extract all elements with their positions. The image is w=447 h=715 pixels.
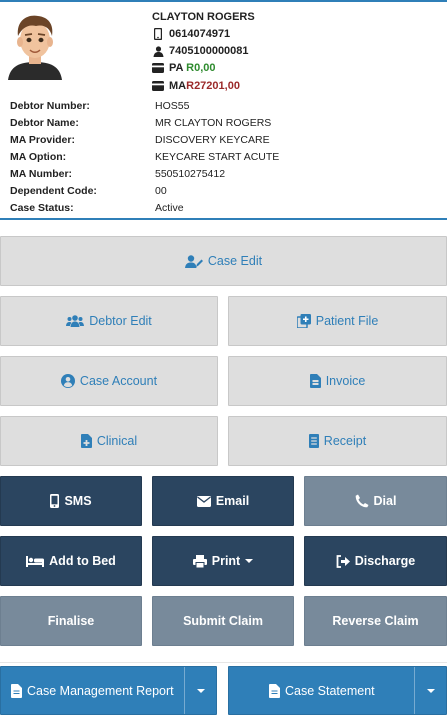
receipt-label: Receipt (323, 434, 367, 448)
bed-icon (26, 555, 45, 567)
detail-value: 00 (155, 184, 167, 197)
pa-label: PA (169, 62, 184, 74)
patient-header: CLAYTON ROGERS 0614074971 7405100000081 … (0, 0, 447, 220)
detail-row: Case Status: Active (10, 199, 440, 216)
phone-icon (355, 494, 369, 508)
discharge-button[interactable]: Discharge (304, 536, 447, 586)
detail-row: Debtor Name: MR CLAYTON ROGERS (10, 114, 440, 131)
detail-label: MA Provider: (10, 133, 75, 146)
detail-value: MR CLAYTON ROGERS (155, 116, 272, 129)
envelope-icon (196, 495, 211, 507)
email-label: Email (215, 494, 250, 508)
pa-currency: R (186, 62, 195, 74)
user-edit-icon (184, 254, 203, 268)
case-account-button[interactable]: Case Account (0, 356, 218, 406)
sms-label: SMS (64, 494, 92, 508)
patient-phone: 0614074971 (169, 28, 231, 40)
credit-card-icon (152, 63, 164, 73)
clinical-button[interactable]: Clinical (0, 416, 218, 466)
print-icon (192, 554, 207, 568)
ma-amount: 27201,00 (194, 80, 240, 92)
patient-name: CLAYTON ROGERS (152, 11, 255, 23)
detail-row: Dependent Code: 00 (10, 182, 440, 199)
detail-label: Dependent Code: (10, 184, 97, 197)
pa-amount: 0,00 (194, 62, 216, 74)
submit-claim-button[interactable]: Submit Claim (152, 596, 294, 646)
detail-label: MA Number: (10, 167, 73, 180)
user-circle-icon (60, 374, 75, 388)
ma-currency: R (186, 80, 195, 92)
detail-value: DISCOVERY KEYCARE (155, 133, 270, 146)
reverse-claim-label: Reverse Claim (332, 614, 419, 628)
invoice-button[interactable]: Invoice (228, 356, 447, 406)
ma-balance-line: MAR27201,00 (152, 80, 240, 92)
submit-claim-label: Submit Claim (183, 614, 263, 628)
case-account-label: Case Account (79, 374, 158, 388)
detail-label: Case Status: (10, 201, 74, 214)
sign-out-icon (336, 554, 350, 568)
case-management-report-button[interactable]: Case Management Report (0, 666, 217, 715)
case-management-report-dropdown-toggle[interactable] (184, 667, 216, 714)
case-edit-button[interactable]: Case Edit (0, 236, 447, 286)
chevron-down-icon (426, 688, 435, 693)
patient-file-label: Patient File (315, 314, 379, 328)
case-statement-button[interactable]: Case Statement (228, 666, 447, 715)
mobile-phone-icon (50, 494, 60, 508)
avatar (6, 12, 64, 80)
pa-balance-line: PA R0,00 (152, 62, 216, 74)
id-line: 7405100000081 (152, 45, 249, 57)
detail-label: MA Option: (10, 150, 67, 163)
credit-card-icon (152, 81, 164, 91)
file-invoice-icon (309, 374, 321, 388)
detail-row: MA Number: 550510275412 (10, 165, 440, 182)
dial-label: Dial (373, 494, 397, 508)
case-statement-label: Case Statement (285, 683, 375, 698)
chevron-down-icon (196, 688, 205, 693)
ma-label: MA (169, 80, 187, 92)
file-medical-icon (80, 434, 92, 448)
debtor-edit-label: Debtor Edit (89, 314, 152, 328)
detail-value: KEYCARE START ACUTE (155, 150, 280, 163)
invoice-label: Invoice (325, 374, 366, 388)
divider (0, 662, 447, 663)
detail-row: MA Option: KEYCARE START ACUTE (10, 148, 440, 165)
users-icon (66, 315, 85, 327)
phone-line: 0614074971 (152, 28, 230, 40)
detail-value: Active (155, 201, 184, 214)
debtor-details: Debtor Number: HOS55 Debtor Name: MR CLAYT… (10, 97, 440, 216)
add-to-bed-button[interactable]: Add to Bed (0, 536, 142, 586)
discharge-label: Discharge (354, 554, 416, 568)
finalise-button[interactable]: Finalise (0, 596, 142, 646)
email-button[interactable]: Email (152, 476, 294, 526)
detail-label: Debtor Number: (10, 99, 90, 112)
case-edit-label: Case Edit (207, 254, 263, 268)
receipt-icon (308, 434, 319, 448)
clinical-label: Clinical (96, 434, 138, 448)
chevron-down-icon (245, 559, 254, 563)
file-icon (269, 683, 280, 698)
receipt-button[interactable]: Receipt (228, 416, 447, 466)
detail-row: MA Provider: DISCOVERY KEYCARE (10, 131, 440, 148)
user-icon (152, 45, 164, 57)
case-statement-dropdown-toggle[interactable] (414, 667, 446, 714)
dial-button[interactable]: Dial (304, 476, 447, 526)
case-management-report-label: Case Management Report (27, 683, 174, 698)
mobile-phone-icon (152, 28, 164, 40)
patient-file-button[interactable]: Patient File (228, 296, 447, 346)
sms-button[interactable]: SMS (0, 476, 142, 526)
detail-value: HOS55 (155, 99, 190, 112)
add-to-bed-label: Add to Bed (49, 554, 116, 568)
print-label: Print (211, 554, 241, 568)
file-icon (11, 683, 22, 698)
reverse-claim-button[interactable]: Reverse Claim (304, 596, 447, 646)
debtor-edit-button[interactable]: Debtor Edit (0, 296, 218, 346)
detail-value: 550510275412 (155, 167, 226, 180)
detail-row: Debtor Number: HOS55 (10, 97, 440, 114)
print-dropdown-button[interactable]: Print (152, 536, 294, 586)
finalise-label: Finalise (47, 614, 95, 628)
detail-label: Debtor Name: (10, 116, 79, 129)
patient-id-number: 7405100000081 (169, 45, 249, 57)
file-plus-icon (296, 314, 311, 328)
